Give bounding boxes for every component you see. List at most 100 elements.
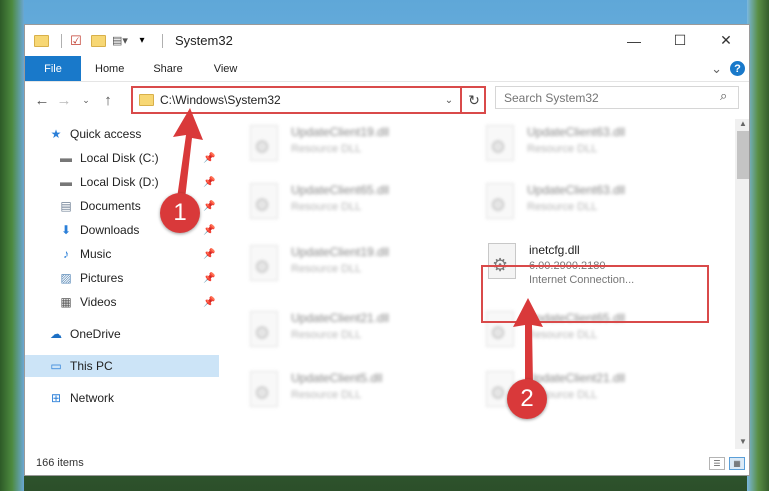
file-highlight-box	[481, 265, 709, 323]
dll-file-icon: ⚙	[247, 243, 281, 283]
sidebar-item-onedrive[interactable]: ☁ OneDrive	[25, 323, 219, 345]
customize-toolbar-icon[interactable]: ▤▾	[112, 33, 128, 49]
sidebar-item-videos[interactable]: ▦ Videos 📌	[25, 291, 219, 313]
properties-icon[interactable]: ☑	[68, 33, 84, 49]
maximize-button[interactable]: ☐	[657, 25, 703, 56]
dll-file-icon: ⚙	[483, 181, 517, 221]
tab-file[interactable]: File	[25, 56, 81, 81]
dll-file-icon: ⚙	[247, 309, 281, 349]
sidebar-item-quick-access[interactable]: ★ Quick access	[25, 123, 219, 145]
folder-icon	[139, 94, 154, 106]
sidebar-item-label: This PC	[70, 359, 113, 373]
dll-file-icon: ⚙	[247, 123, 281, 163]
item-count: 166 items	[36, 457, 84, 469]
dll-file-icon: ⚙	[247, 181, 281, 221]
sidebar-item-label: Pictures	[80, 271, 124, 285]
minimize-button[interactable]: —	[611, 25, 657, 56]
search-input[interactable]	[495, 86, 739, 109]
main-content: ★ Quick access ▬ Local Disk (C:) 📌 ▬ Loc…	[25, 119, 749, 449]
close-button[interactable]: ✕	[703, 25, 749, 56]
drive-icon: ▬	[60, 151, 72, 165]
tab-share[interactable]: Share	[139, 56, 197, 81]
scroll-down-icon[interactable]: ▼	[735, 437, 749, 446]
drive-icon: ▬	[60, 175, 72, 189]
recent-locations-icon[interactable]: ⌄	[75, 95, 97, 106]
address-path: C:\Windows\System32	[160, 93, 281, 107]
separator	[61, 33, 62, 48]
file-item[interactable]: ⚙ UpdateClient21.dll Resource DLL	[247, 309, 467, 353]
window-title: System32	[175, 33, 233, 48]
scroll-up-icon[interactable]: ▲	[735, 119, 749, 128]
videos-icon: ▦	[60, 295, 72, 309]
scrollbar-thumb[interactable]	[737, 131, 749, 179]
file-name: inetcfg.dll	[529, 243, 580, 257]
sidebar-item-local-disk-c[interactable]: ▬ Local Disk (C:) 📌	[25, 147, 219, 169]
address-bar[interactable]: C:\Windows\System32 ⌄	[131, 86, 486, 114]
forward-arrow-icon[interactable]: →	[53, 92, 75, 109]
up-arrow-icon[interactable]: ↑	[97, 92, 119, 109]
sidebar-item-label: Music	[80, 247, 112, 261]
file-item[interactable]: ⚙ UpdateClient19.dll Resource DLL	[247, 123, 467, 167]
cloud-icon: ☁	[50, 327, 62, 341]
sidebar-item-label: Network	[70, 391, 115, 405]
ribbon-tabs: File Home Share View ⌄ ?	[25, 56, 749, 82]
status-bar: 166 items ☰ ▦	[25, 449, 749, 475]
tab-view[interactable]: View	[198, 56, 253, 81]
window-controls: — ☐ ✕	[611, 25, 749, 56]
back-arrow-icon[interactable]: ←	[31, 92, 53, 109]
address-dropdown-icon[interactable]: ⌄	[440, 95, 458, 106]
sidebar-item-this-pc[interactable]: ▭ This PC	[25, 355, 219, 377]
pin-icon[interactable]: 📌	[203, 177, 215, 188]
sidebar-item-label: OneDrive	[70, 327, 121, 341]
file-item[interactable]: ⚙ UpdateClient19.dll Resource DLL	[247, 243, 467, 287]
file-explorer-window: ☑ ▤▾ ▾ System32 — ☐ ✕ File Home Share Vi…	[24, 24, 750, 476]
dll-file-icon: ⚙	[483, 123, 517, 163]
download-icon: ⬇	[60, 223, 72, 237]
vertical-scrollbar[interactable]: ▲ ▼	[735, 119, 749, 449]
tab-home[interactable]: Home	[81, 56, 139, 81]
pictures-icon: ▨	[60, 271, 72, 285]
pin-icon[interactable]: 📌	[203, 297, 215, 308]
desktop-background-right	[747, 0, 769, 491]
pin-icon[interactable]: 📌	[203, 273, 215, 284]
sidebar-item-label: Local Disk (C:)	[80, 151, 159, 165]
pin-icon[interactable]: 📌	[203, 225, 215, 236]
pin-icon[interactable]: 📌	[203, 201, 215, 212]
desktop-background-left	[0, 0, 24, 491]
search-icon[interactable]: ⌕	[720, 88, 727, 104]
sidebar-item-local-disk-d[interactable]: ▬ Local Disk (D:) 📌	[25, 171, 219, 193]
file-item[interactable]: ⚙ UpdateClient5.dll Resource DLL	[247, 369, 467, 413]
folder-icon	[33, 33, 49, 49]
expand-ribbon-icon[interactable]: ⌄	[711, 61, 722, 77]
toolbar-dropdown-icon[interactable]: ▾	[134, 33, 150, 49]
pin-icon[interactable]: 📌	[203, 153, 215, 164]
new-folder-icon[interactable]	[90, 33, 106, 49]
step-marker-2: 2	[507, 379, 547, 419]
details-view-icon[interactable]: ☰	[709, 457, 725, 470]
music-icon: ♪	[63, 247, 69, 261]
file-item[interactable]: ⚙ UpdateClient65.dll Resource DLL	[247, 181, 467, 225]
sidebar-item-label: Downloads	[80, 223, 140, 237]
file-item[interactable]: ⚙ UpdateClient63.dll Resource DLL	[483, 123, 703, 167]
step-marker-1: 1	[160, 193, 200, 233]
sidebar-item-label: Local Disk (D:)	[80, 175, 159, 189]
pin-icon[interactable]: 📌	[203, 249, 215, 260]
dll-file-icon: ⚙	[247, 369, 281, 409]
computer-icon: ▭	[50, 359, 62, 373]
sidebar-item-music[interactable]: ♪ Music 📌	[25, 243, 219, 265]
refresh-button[interactable]: ↻	[460, 86, 486, 114]
sidebar-item-label: Videos	[80, 295, 117, 309]
documents-icon: ▤	[60, 199, 72, 213]
title-bar: ☑ ▤▾ ▾ System32 — ☐ ✕	[25, 25, 749, 56]
star-icon: ★	[50, 127, 62, 141]
sidebar-item-pictures[interactable]: ▨ Pictures 📌	[25, 267, 219, 289]
network-icon: ⊞	[50, 391, 62, 405]
file-item[interactable]: ⚙ UpdateClient63.dll Resource DLL	[483, 181, 703, 225]
separator	[162, 33, 163, 48]
refresh-icon: ↻	[468, 91, 480, 108]
tiles-view-icon[interactable]: ▦	[729, 457, 745, 470]
help-icon[interactable]: ?	[730, 61, 745, 76]
sidebar-item-label: Quick access	[70, 127, 142, 141]
sidebar-item-network[interactable]: ⊞ Network	[25, 387, 219, 409]
sidebar-item-label: Documents	[80, 199, 141, 213]
